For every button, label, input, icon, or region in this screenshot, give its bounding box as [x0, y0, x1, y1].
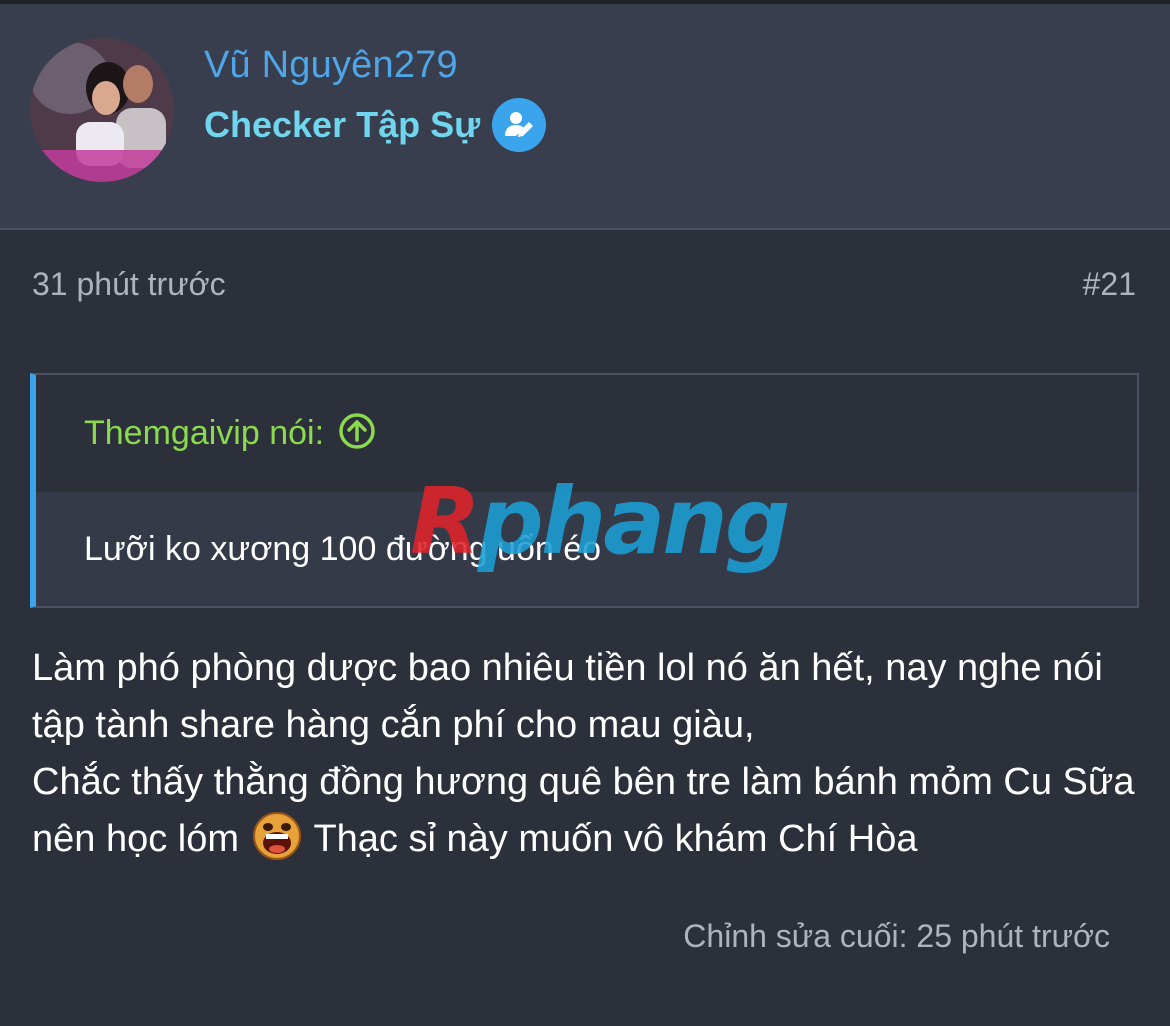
quote-text: Lưỡi ko xương 100 đường uốn éo	[84, 529, 602, 568]
quote-header[interactable]: Themgaivip nói:	[36, 375, 1137, 492]
message-line-2-after: Thạc sỉ này muốn vô khám Chí Hòa	[313, 818, 918, 860]
post-header: Vũ Nguyên279 Checker Tập Sự	[0, 0, 1170, 230]
username[interactable]: Vũ Nguyên279	[204, 44, 458, 87]
post-number[interactable]: #21	[1083, 266, 1136, 303]
post-message: Làm phó phòng dược bao nhiêu tiền lol nó…	[32, 640, 1142, 868]
quote-author[interactable]: Themgaivip nói:	[84, 414, 324, 453]
user-role-row: Checker Tập Sự	[204, 96, 547, 154]
post-time[interactable]: 31 phút trước	[32, 266, 226, 303]
screaming-face-emoji	[252, 811, 302, 861]
quote-block: Themgaivip nói: Lưỡi ko xương 100 đường …	[30, 373, 1139, 608]
arrow-up-circle-icon[interactable]	[338, 412, 376, 455]
edited-note[interactable]: Chỉnh sửa cuối: 25 phút trước	[683, 918, 1110, 955]
avatar[interactable]	[30, 38, 174, 182]
message-line-2: Chắc thấy thằng đồng hương quê bên tre l…	[32, 754, 1142, 868]
message-line-1: Làm phó phòng dược bao nhiêu tiền lol nó…	[32, 647, 1103, 746]
user-edit-icon	[492, 98, 547, 152]
user-role: Checker Tập Sự	[204, 104, 481, 145]
